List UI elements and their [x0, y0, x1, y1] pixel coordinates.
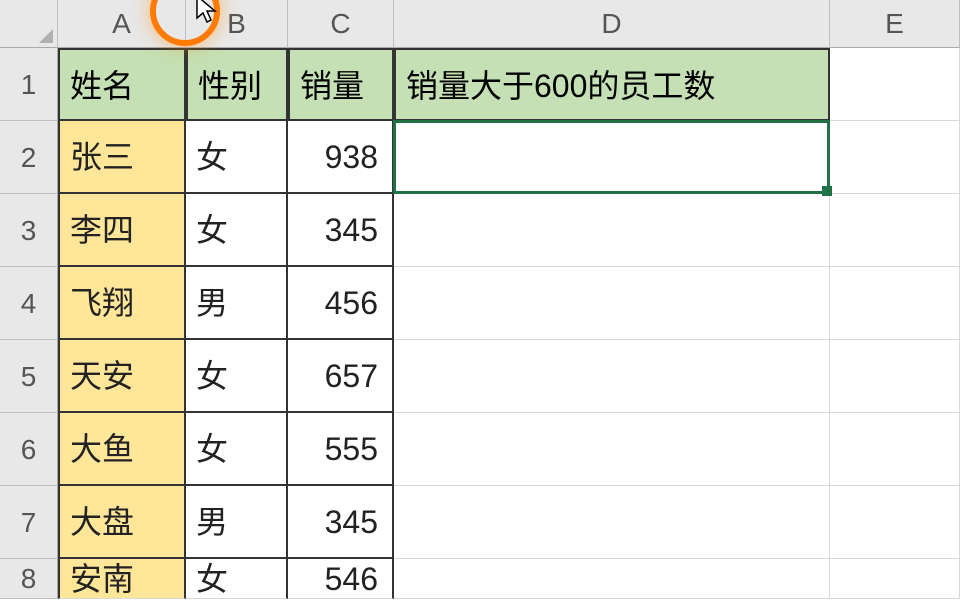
cell-A1[interactable]: 姓名 [58, 48, 186, 121]
col-header-C[interactable]: C [288, 0, 394, 48]
cell-E8[interactable] [830, 559, 960, 599]
col-header-E[interactable]: E [830, 0, 960, 48]
cell-D7[interactable] [394, 486, 830, 559]
row-header-8[interactable]: 8 [0, 559, 58, 599]
cell-A4[interactable]: 飞翔 [58, 267, 186, 340]
cell-B4[interactable]: 男 [186, 267, 288, 340]
cell-B1[interactable]: 性别 [186, 48, 288, 121]
cell-D5[interactable] [394, 340, 830, 413]
cell-B5[interactable]: 女 [186, 340, 288, 413]
cell-C3[interactable]: 345 [288, 194, 394, 267]
cell-C2[interactable]: 938 [288, 121, 394, 194]
col-header-B[interactable]: B [186, 0, 288, 48]
row-header-7[interactable]: 7 [0, 486, 58, 559]
cell-E7[interactable] [830, 486, 960, 559]
row-header-1[interactable]: 1 [0, 48, 58, 121]
cell-B2[interactable]: 女 [186, 121, 288, 194]
cell-C5[interactable]: 657 [288, 340, 394, 413]
cell-D1[interactable]: 销量大于600的员工数 [394, 48, 830, 121]
spreadsheet-grid[interactable]: A B C D E 1 姓名 性别 销量 销量大于600的员工数 2 张三 女 … [0, 0, 960, 599]
row-header-3[interactable]: 3 [0, 194, 58, 267]
cell-A8[interactable]: 安南 [58, 559, 186, 599]
cell-A6[interactable]: 大鱼 [58, 413, 186, 486]
cell-C1[interactable]: 销量 [288, 48, 394, 121]
row-header-5[interactable]: 5 [0, 340, 58, 413]
cell-C4[interactable]: 456 [288, 267, 394, 340]
row-header-4[interactable]: 4 [0, 267, 58, 340]
cell-D8[interactable] [394, 559, 830, 599]
cell-E1[interactable] [830, 48, 960, 121]
cell-C8[interactable]: 546 [288, 559, 394, 599]
cell-B6[interactable]: 女 [186, 413, 288, 486]
row-header-6[interactable]: 6 [0, 413, 58, 486]
cell-B3[interactable]: 女 [186, 194, 288, 267]
col-header-A[interactable]: A [58, 0, 186, 48]
row-header-2[interactable]: 2 [0, 121, 58, 194]
cell-E4[interactable] [830, 267, 960, 340]
cell-D4[interactable] [394, 267, 830, 340]
cell-C7[interactable]: 345 [288, 486, 394, 559]
cell-B7[interactable]: 男 [186, 486, 288, 559]
cell-C6[interactable]: 555 [288, 413, 394, 486]
cell-A2[interactable]: 张三 [58, 121, 186, 194]
cell-D6[interactable] [394, 413, 830, 486]
cell-E2[interactable] [830, 121, 960, 194]
cell-E5[interactable] [830, 340, 960, 413]
cell-A5[interactable]: 天安 [58, 340, 186, 413]
cell-E6[interactable] [830, 413, 960, 486]
cell-B8[interactable]: 女 [186, 559, 288, 599]
cell-D2[interactable] [394, 121, 830, 194]
cell-A3[interactable]: 李四 [58, 194, 186, 267]
select-all-corner[interactable] [0, 0, 58, 48]
cell-A7[interactable]: 大盘 [58, 486, 186, 559]
cell-E3[interactable] [830, 194, 960, 267]
col-header-D[interactable]: D [394, 0, 830, 48]
cell-D3[interactable] [394, 194, 830, 267]
